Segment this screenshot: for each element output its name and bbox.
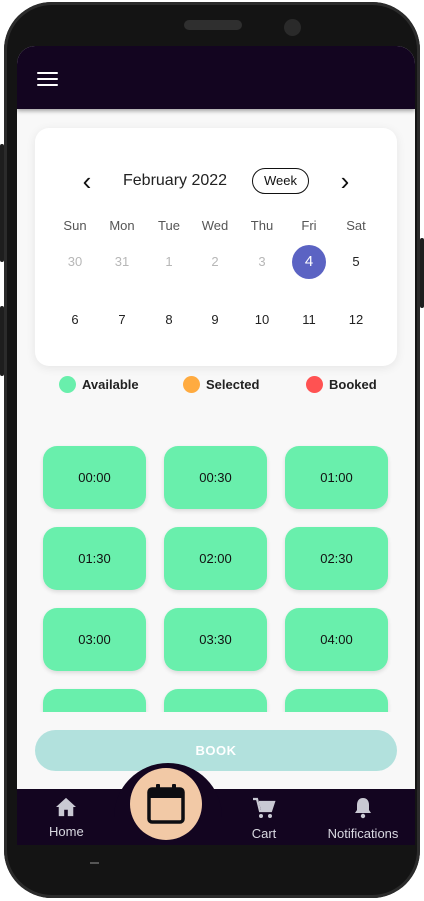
nav-label: Home — [49, 824, 84, 839]
calendar-day[interactable]: 12 — [339, 303, 373, 337]
calendar-fab-button[interactable] — [130, 768, 202, 840]
calendar-day[interactable]: 30 — [58, 245, 92, 279]
calendar-day-selected[interactable]: 4 — [292, 245, 326, 279]
phone-camera — [284, 19, 301, 36]
weekday-label: Sun — [63, 218, 87, 233]
weekday-label: Sat — [346, 218, 366, 233]
time-slot[interactable]: 03:30 — [164, 608, 267, 671]
time-slot[interactable]: 00:00 — [43, 446, 146, 509]
weekday-label: Wed — [201, 218, 229, 233]
time-slot[interactable]: 01:00 — [285, 446, 388, 509]
selected-dot-icon — [183, 375, 200, 393]
time-slot[interactable]: 01:30 — [43, 527, 146, 590]
home-icon — [56, 797, 76, 817]
calendar-day[interactable]: 11 — [292, 303, 326, 337]
nav-label: Cart — [251, 826, 277, 841]
booked-dot-icon — [306, 375, 323, 393]
calendar-day[interactable]: 5 — [339, 245, 373, 279]
time-slot[interactable]: 03:00 — [43, 608, 146, 671]
weekday-label: Mon — [109, 218, 135, 233]
time-slot[interactable]: 00:30 — [164, 446, 267, 509]
calendar-day[interactable]: 10 — [245, 303, 279, 337]
calendar-card: ‹ February 2022 Week › Sun Mon Tue Wed T… — [35, 128, 397, 366]
time-slot[interactable] — [43, 689, 146, 712]
time-slot[interactable]: 02:00 — [164, 527, 267, 590]
bell-icon — [355, 798, 371, 819]
time-slot[interactable]: 02:30 — [285, 527, 388, 590]
calendar-day[interactable]: 1 — [152, 245, 186, 279]
book-button[interactable]: BOOK — [35, 730, 397, 771]
weekday-label: Thu — [250, 218, 274, 233]
nav-cart[interactable]: Cart — [249, 797, 279, 841]
phone-side-button — [0, 144, 4, 262]
time-slot[interactable]: 04:00 — [285, 608, 388, 671]
app-screen: ‹ February 2022 Week › Sun Mon Tue Wed T… — [17, 46, 415, 845]
available-dot-icon — [59, 375, 76, 393]
legend-label: Booked — [329, 376, 377, 392]
weekday-label: Tue — [158, 218, 180, 233]
chevron-right-icon[interactable]: › — [333, 168, 357, 194]
nav-home[interactable]: Home — [49, 797, 84, 839]
calendar-day[interactable]: 6 — [58, 303, 92, 337]
calendar-day[interactable]: 7 — [105, 303, 139, 337]
cart-icon — [253, 797, 276, 818]
legend-available: Available — [59, 374, 139, 394]
time-slot-grid: 00:00 00:30 01:00 01:30 02:00 02:30 03:0… — [17, 438, 415, 712]
chevron-left-icon[interactable]: ‹ — [75, 168, 99, 194]
legend-selected: Selected — [183, 374, 259, 394]
phone-frame: ‹ February 2022 Week › Sun Mon Tue Wed T… — [0, 2, 424, 898]
legend-label: Selected — [206, 376, 260, 392]
calendar-day[interactable]: 8 — [152, 303, 186, 337]
app-bar — [17, 46, 415, 109]
calendar-day[interactable]: 2 — [198, 245, 232, 279]
hamburger-menu-icon[interactable] — [37, 72, 58, 86]
calendar-day[interactable]: 3 — [245, 245, 279, 279]
weekday-label: Fri — [301, 218, 317, 233]
legend-booked: Booked — [306, 374, 377, 394]
phone-side-button — [0, 306, 4, 376]
phone-power-button — [420, 238, 424, 308]
phone-speaker — [184, 20, 242, 30]
calendar-day[interactable]: 9 — [198, 303, 232, 337]
legend-label: Available — [82, 376, 139, 392]
month-label: February 2022 — [123, 172, 228, 189]
nav-label: Notifications — [327, 826, 399, 841]
time-slot[interactable] — [285, 689, 388, 712]
view-toggle-button[interactable]: Week — [252, 168, 309, 194]
time-slot[interactable] — [164, 689, 267, 712]
home-indicator — [90, 862, 99, 864]
nav-notifications[interactable]: Notifications — [323, 797, 403, 841]
calendar-icon — [147, 784, 185, 824]
calendar-day[interactable]: 31 — [105, 245, 139, 279]
